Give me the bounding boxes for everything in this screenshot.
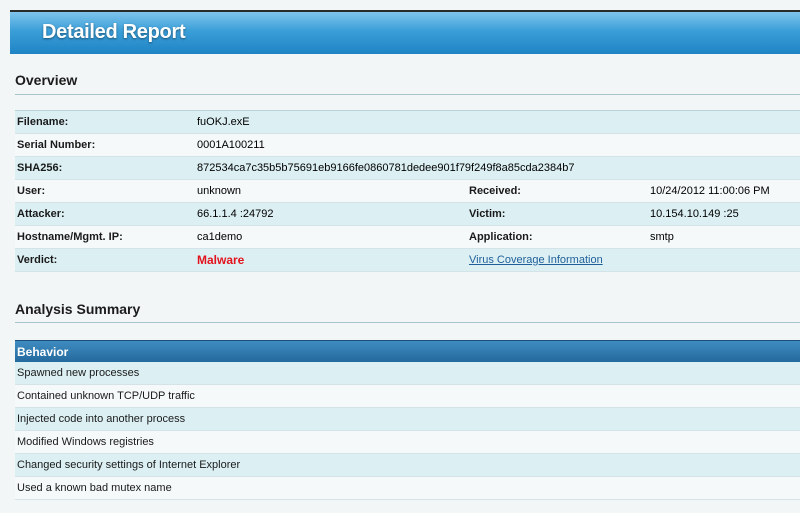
application-label: Application: <box>469 231 533 243</box>
overview-section-title: Overview <box>15 72 78 88</box>
virus-coverage-link[interactable]: Virus Coverage Information <box>469 249 603 272</box>
analysis-divider <box>15 322 800 323</box>
analysis-section-title: Analysis Summary <box>15 301 141 317</box>
behavior-table: Behavior Spawned new processes Contained… <box>15 340 800 500</box>
overview-row-sha256: SHA256: 872534ca7c35b5b75691eb9166fe0860… <box>15 157 800 180</box>
hostname-value: ca1demo <box>197 231 243 243</box>
overview-divider <box>15 94 800 95</box>
serial-number-value: 0001A100211 <box>197 139 265 151</box>
verdict-label: Verdict: <box>17 254 58 266</box>
overview-row-verdict: Verdict: Malware Virus Coverage Informat… <box>15 249 800 272</box>
serial-number-label: Serial Number: <box>17 139 96 151</box>
behavior-row: Modified Windows registries <box>15 431 800 454</box>
behavior-row: Spawned new processes <box>15 362 800 385</box>
attacker-value: 66.1.1.4 :24792 <box>197 208 274 220</box>
overview-table: Filename: fuOKJ.exE Serial Number: 0001A… <box>15 110 800 272</box>
sha256-label: SHA256: <box>17 162 63 174</box>
user-label: User: <box>17 185 46 197</box>
victim-value: 10.154.10.149 :25 <box>650 208 739 220</box>
filename-value: fuOKJ.exE <box>197 116 250 128</box>
verdict-value: Malware <box>197 253 245 267</box>
page-title: Detailed Report <box>42 21 186 43</box>
application-value: smtp <box>650 231 674 243</box>
user-value: unknown <box>197 185 242 197</box>
received-label: Received: <box>469 185 521 197</box>
filename-label: Filename: <box>17 116 69 128</box>
behavior-row: Contained unknown TCP/UDP traffic <box>15 385 800 408</box>
overview-row-hostname: Hostname/Mgmt. IP: ca1demo Application: … <box>15 226 800 249</box>
behavior-row: Changed security settings of Internet Ex… <box>15 454 800 477</box>
behavior-column-header: Behavior <box>15 340 800 362</box>
behavior-row: Injected code into another process <box>15 408 800 431</box>
overview-row-filename: Filename: fuOKJ.exE <box>15 111 800 134</box>
overview-row-serial: Serial Number: 0001A100211 <box>15 134 800 157</box>
behavior-row: Used a known bad mutex name <box>15 477 800 500</box>
overview-row-user: User: unknown Received: 10/24/2012 11:00… <box>15 180 800 203</box>
received-value: 10/24/2012 11:00:06 PM <box>650 185 770 197</box>
report-header-bar: Detailed Report <box>10 10 800 54</box>
hostname-label: Hostname/Mgmt. IP: <box>17 231 123 243</box>
victim-label: Victim: <box>469 208 506 220</box>
attacker-label: Attacker: <box>17 208 65 220</box>
overview-row-attacker: Attacker: 66.1.1.4 :24792 Victim: 10.154… <box>15 203 800 226</box>
report-page: Detailed Report Overview Filename: fuOKJ… <box>0 0 800 513</box>
sha256-value: 872534ca7c35b5b75691eb9166fe0860781dedee… <box>197 162 575 174</box>
